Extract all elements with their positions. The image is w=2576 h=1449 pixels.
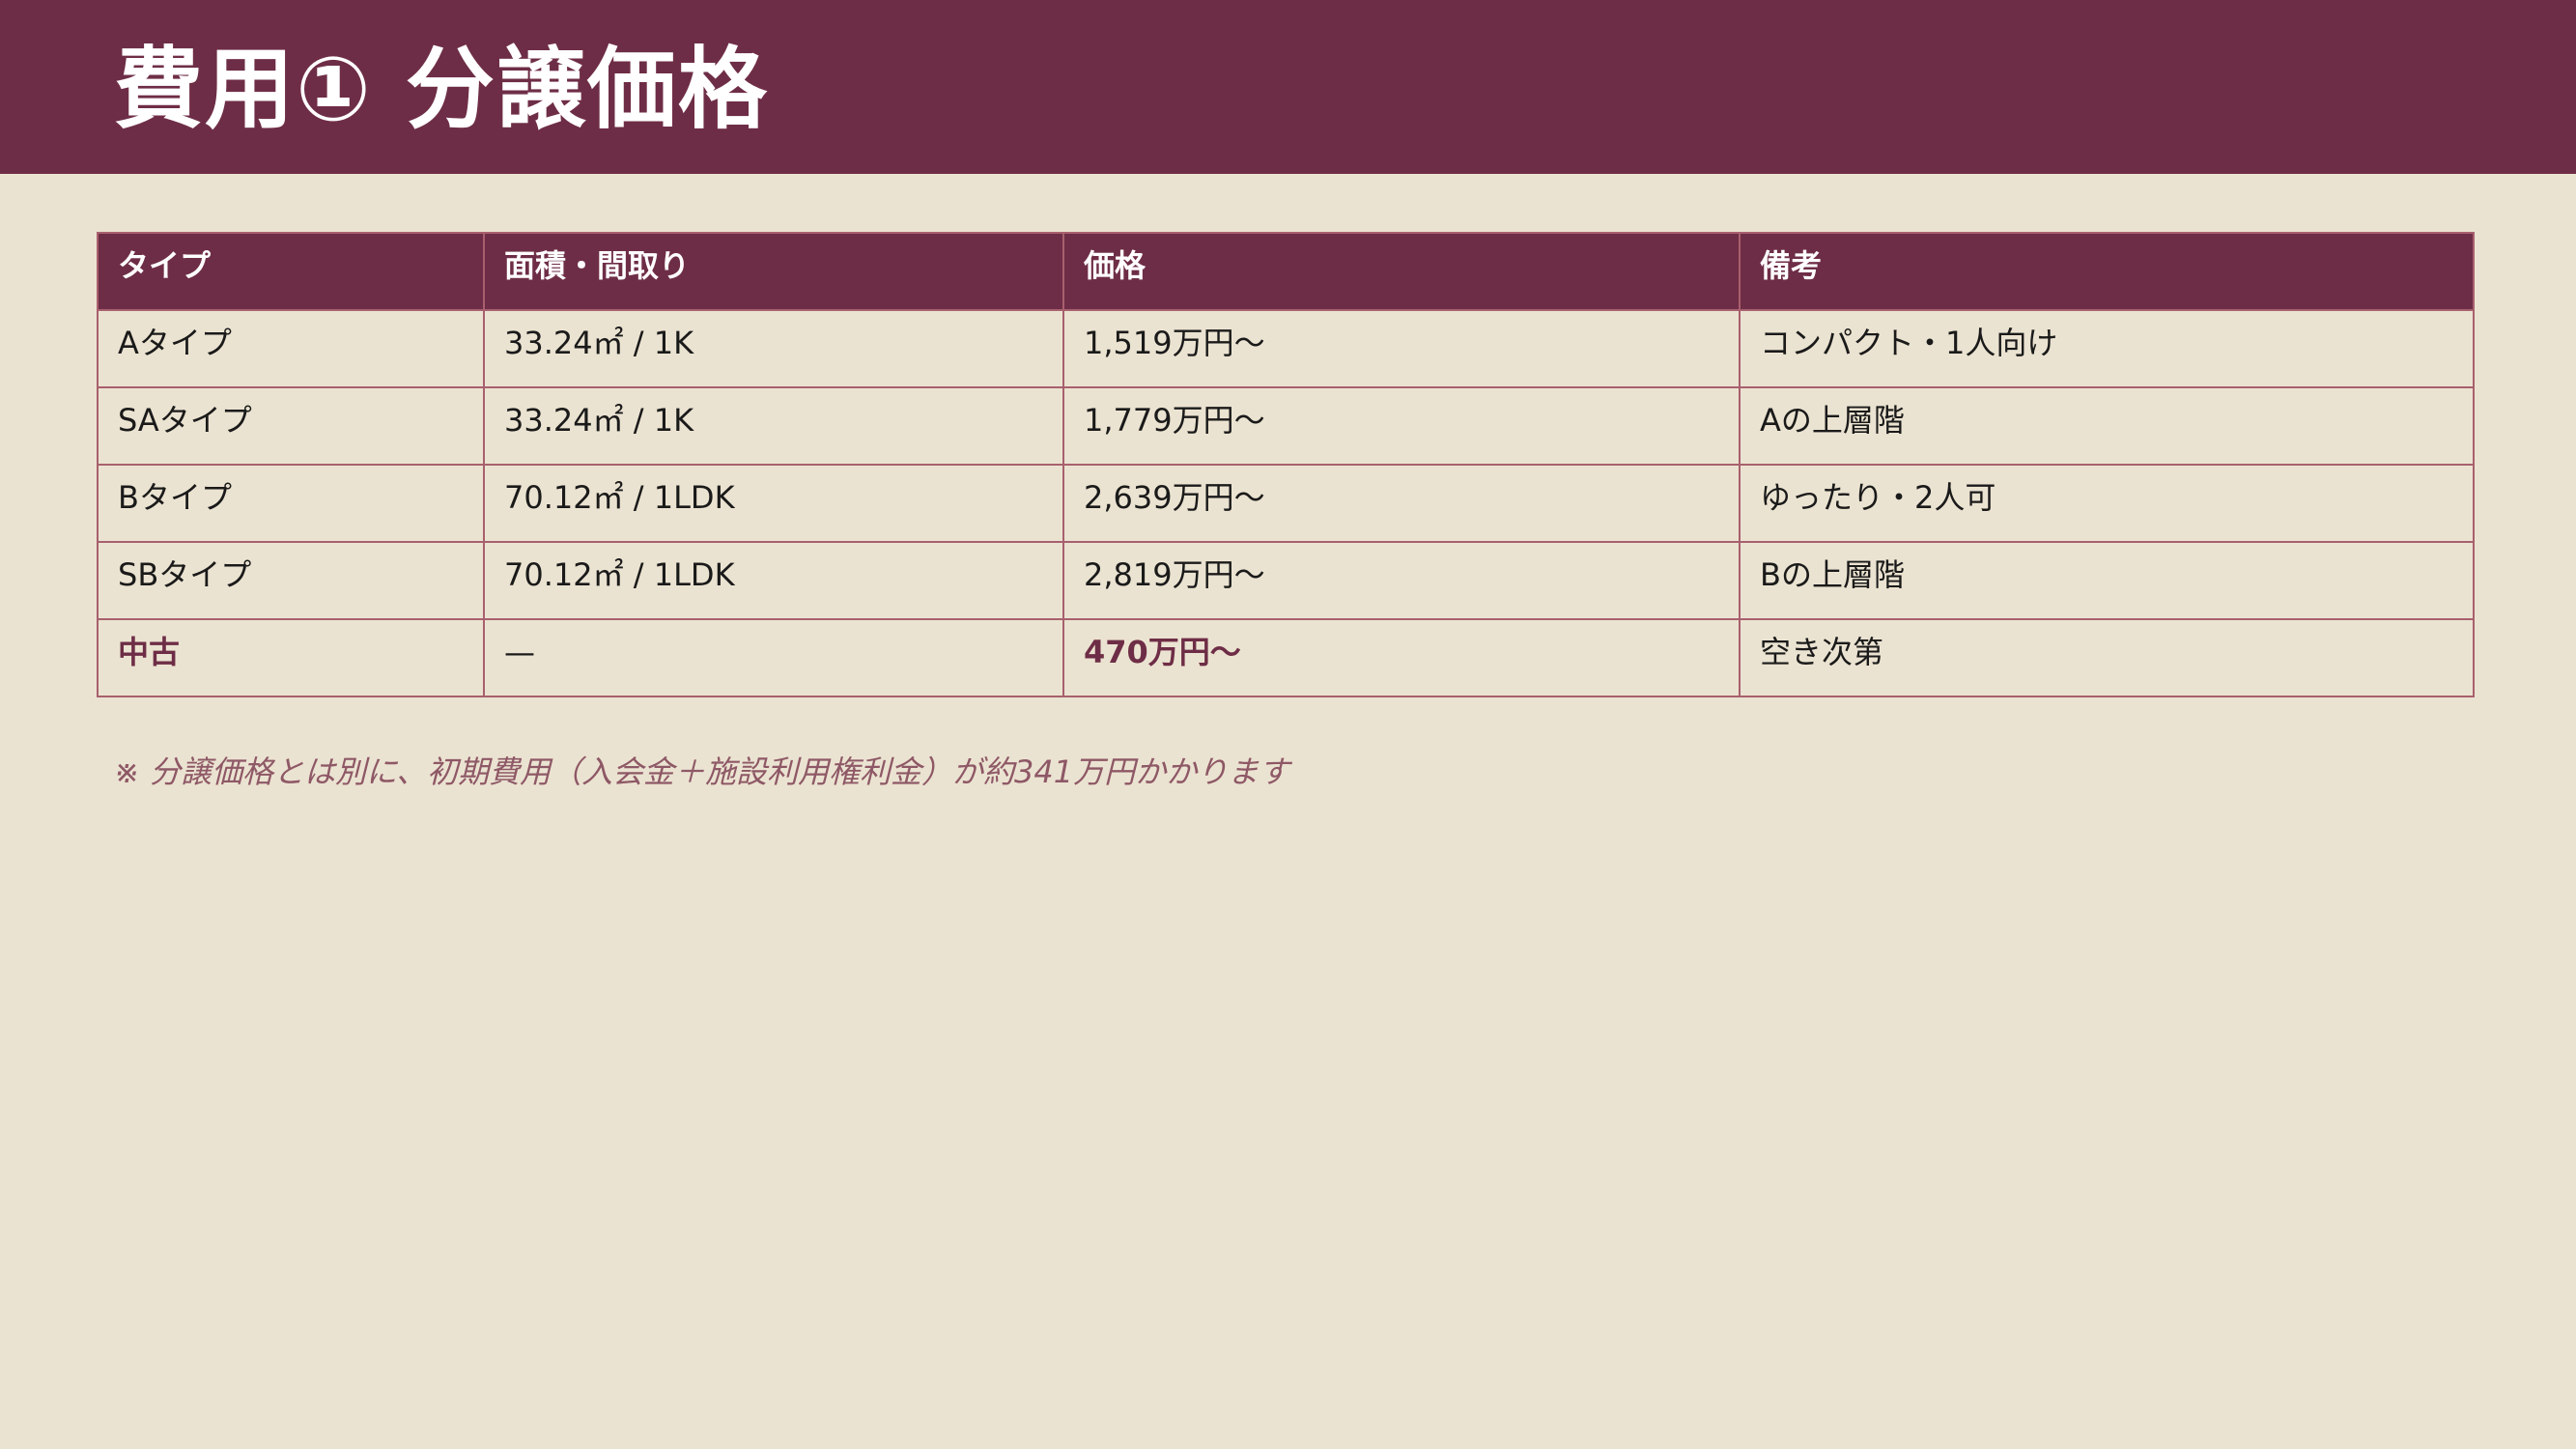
cell-type: 中古 [97,618,485,697]
table-row: Bタイプ 70.12㎡ / 1LDK 2,639万円〜 ゆったり・2人可 [97,464,2475,543]
cell-type: Bタイプ [97,464,485,543]
cell-area-layout: 70.12㎡ / 1LDK [483,541,1064,620]
table-row: SAタイプ 33.24㎡ / 1K 1,779万円〜 Aの上層階 [97,386,2475,466]
table-row-used: 中古 — 470万円〜 空き次第 [97,618,2475,697]
cell-area-layout: 33.24㎡ / 1K [483,309,1064,388]
table-row: SBタイプ 70.12㎡ / 1LDK 2,819万円〜 Bの上層階 [97,541,2475,620]
title-bar: 費用① 分譲価格 [0,0,2576,174]
cell-price: 2,639万円〜 [1062,464,1741,543]
cell-type: Aタイプ [97,309,485,388]
cell-type: SBタイプ [97,541,485,620]
header-remarks: 備考 [1739,232,2475,311]
price-table: タイプ 面積・間取り 価格 備考 Aタイプ 33.24㎡ / 1K 1,519万… [97,232,2475,697]
cell-remarks: Bの上層階 [1739,541,2475,620]
cell-area-layout: — [483,618,1064,697]
cell-area-layout: 33.24㎡ / 1K [483,386,1064,466]
cell-type: SAタイプ [97,386,485,466]
header-price: 価格 [1062,232,1741,311]
header-area-layout: 面積・間取り [483,232,1064,311]
table-header-row: タイプ 面積・間取り 価格 備考 [97,232,2475,311]
cell-price: 1,779万円〜 [1062,386,1741,466]
cell-remarks: Aの上層階 [1739,386,2475,466]
header-type: タイプ [97,232,485,311]
cell-price: 1,519万円〜 [1062,309,1741,388]
footnote: ※ 分譲価格とは別に、初期費用（入会金＋施設利用権利金）が約341万円かかります [114,753,1290,790]
cell-remarks: 空き次第 [1739,618,2475,697]
table-row: Aタイプ 33.24㎡ / 1K 1,519万円〜 コンパクト・1人向け [97,309,2475,388]
cell-remarks: コンパクト・1人向け [1739,309,2475,388]
cell-price: 470万円〜 [1062,618,1741,697]
cell-area-layout: 70.12㎡ / 1LDK [483,464,1064,543]
cell-remarks: ゆったり・2人可 [1739,464,2475,543]
cell-price: 2,819万円〜 [1062,541,1741,620]
page-title: 費用① 分譲価格 [114,38,769,141]
